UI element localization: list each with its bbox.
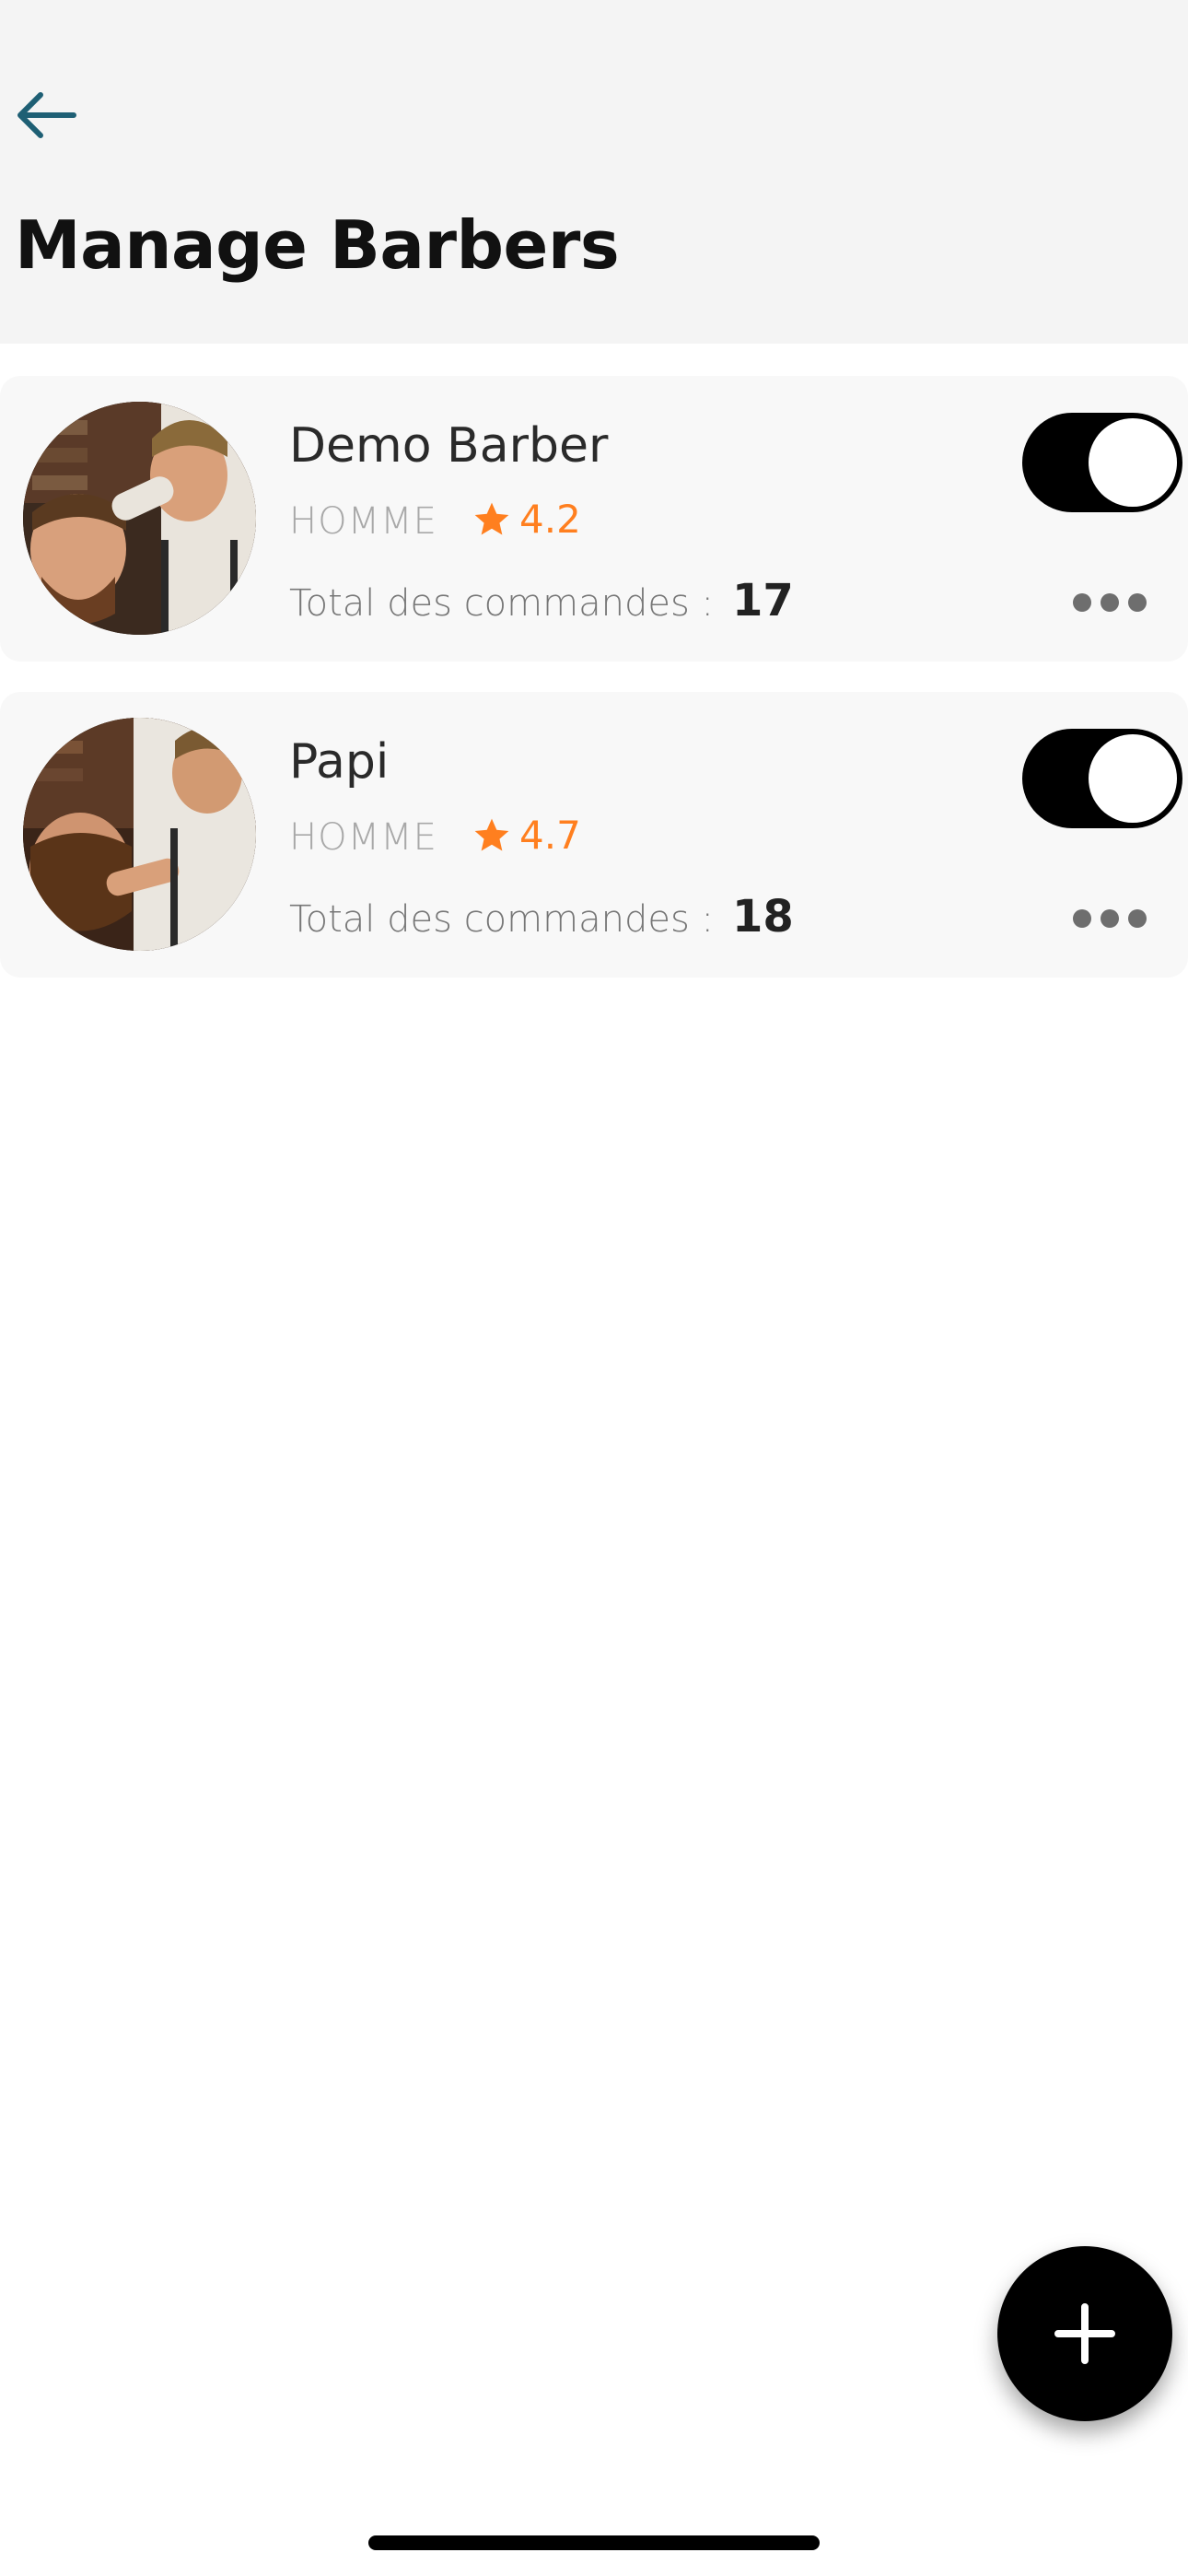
- more-horizontal-icon: [1073, 593, 1147, 612]
- active-toggle[interactable]: [1022, 729, 1182, 828]
- barber-card[interactable]: Papi HOMME 4.7 Total des commandes : 18: [0, 692, 1188, 978]
- barber-rating: 4.2: [472, 499, 581, 540]
- active-toggle[interactable]: [1022, 413, 1182, 512]
- rating-value: 4.7: [519, 813, 581, 858]
- barber-rating: 4.7: [472, 815, 581, 856]
- more-options-button[interactable]: [1059, 579, 1160, 626]
- barber-card[interactable]: Demo Barber HOMME 4.2 Total des commande…: [0, 376, 1188, 662]
- barber-name: Demo Barber: [289, 418, 609, 474]
- arrow-left-icon: [17, 92, 76, 138]
- orders-label: Total des commandes :: [289, 898, 714, 941]
- more-options-button[interactable]: [1059, 895, 1160, 943]
- orders-count: 17: [731, 575, 794, 626]
- rating-value: 4.2: [519, 497, 581, 542]
- orders-summary: Total des commandes : 17: [289, 579, 794, 623]
- star-icon: [474, 818, 509, 851]
- barber-avatar: [23, 718, 256, 951]
- barber-category: HOMME: [289, 816, 437, 859]
- star-icon: [474, 502, 509, 535]
- page-title: Manage Barbers: [15, 206, 620, 284]
- orders-summary: Total des commandes : 18: [289, 895, 794, 939]
- home-indicator[interactable]: [368, 2535, 820, 2550]
- back-button[interactable]: [7, 81, 83, 149]
- add-barber-button[interactable]: [997, 2246, 1172, 2421]
- barber-avatar: [23, 402, 256, 635]
- barber-category: HOMME: [289, 500, 437, 543]
- toggle-knob: [1089, 734, 1177, 823]
- barber-name: Papi: [289, 734, 390, 790]
- toggle-knob: [1089, 418, 1177, 507]
- app-header: Manage Barbers: [0, 0, 1188, 344]
- plus-icon: [1054, 2303, 1115, 2364]
- orders-count: 18: [731, 891, 794, 943]
- orders-label: Total des commandes :: [289, 582, 714, 625]
- more-horizontal-icon: [1073, 909, 1147, 928]
